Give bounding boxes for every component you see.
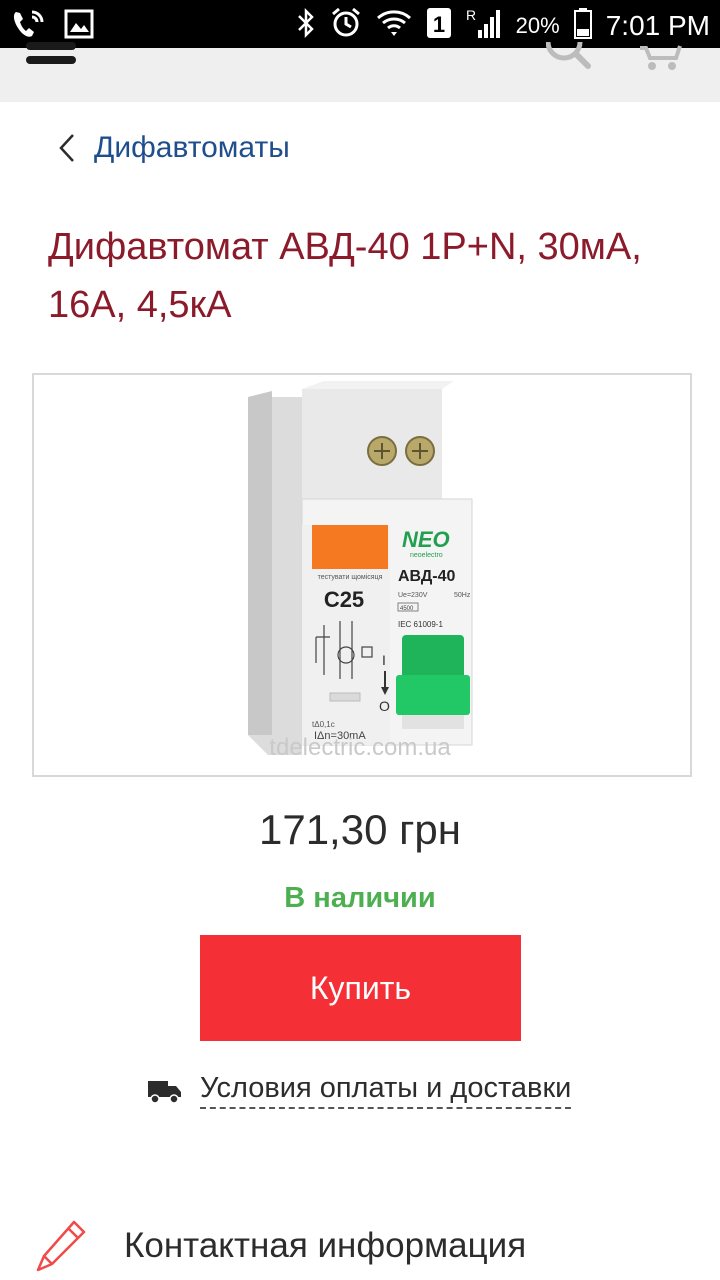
signal-icon: R (466, 6, 502, 45)
model-label: АВД-40 (398, 568, 456, 585)
wifi-call-icon (10, 8, 46, 45)
cart-icon[interactable] (638, 44, 684, 79)
spec-standard: IEC 61009-1 (398, 620, 443, 629)
contact-info-section[interactable]: Контактная информация (34, 1218, 526, 1274)
search-icon[interactable] (545, 41, 592, 77)
switch-on-label: I (382, 652, 386, 668)
watermark: tdelectric.com.ua (269, 734, 451, 761)
spec-breaking: 4500 (400, 606, 414, 612)
brand-logo: NEO (402, 527, 450, 552)
menu-icon[interactable] (26, 42, 76, 72)
rating-label: C25 (324, 587, 364, 612)
alarm-icon (330, 7, 362, 44)
switch-off-label: O (379, 698, 390, 714)
spec-frequency: 50Hz (454, 592, 471, 599)
wifi-icon (376, 8, 412, 43)
test-label: тестувати щомісяця (318, 573, 383, 581)
delivery-terms-label[interactable]: Условия оплаты и доставки (200, 1072, 572, 1109)
brand-subtitle: neoelectro (410, 552, 443, 559)
spec-voltage: Ue=230V (398, 592, 428, 599)
product-title: Дифавтомат АВД-40 1P+N, 30мА, 16А, 4,5кА (48, 226, 642, 326)
pencil-icon (34, 1218, 88, 1274)
stock-status: В наличии (284, 882, 436, 914)
battery-percent: 20% (515, 12, 560, 38)
sim-number: 1 (433, 12, 445, 37)
battery-icon (573, 7, 592, 44)
truck-icon (148, 1077, 182, 1105)
product-image[interactable]: тестувати щомісяця C25 I O tΔ0,1c IΔn=30… (32, 373, 692, 777)
breaker-illustration: тестувати щомісяця C25 I O tΔ0,1c IΔn=30… (248, 381, 473, 761)
app-header (0, 41, 720, 102)
sim-icon: 1 (426, 7, 452, 44)
image-icon (64, 9, 94, 44)
contact-info-label: Контактная информация (124, 1226, 527, 1265)
product-price: 171,30 грн (258, 806, 461, 853)
roaming-indicator: R (466, 7, 476, 23)
buy-button[interactable]: Купить (200, 935, 521, 1041)
breadcrumb-link[interactable]: Дифавтоматы (94, 131, 290, 165)
bluetooth-icon (296, 7, 316, 44)
status-bar: 1 R 20% 7:01 PM (0, 0, 720, 48)
clock: 7:01 PM (605, 9, 710, 41)
spec-time: tΔ0,1c (312, 720, 335, 729)
chevron-left-icon (58, 133, 76, 163)
test-button-graphic (312, 525, 388, 569)
breadcrumb[interactable]: Дифавтоматы (58, 128, 290, 168)
delivery-terms-link[interactable]: Условия оплаты и доставки (148, 1072, 572, 1109)
